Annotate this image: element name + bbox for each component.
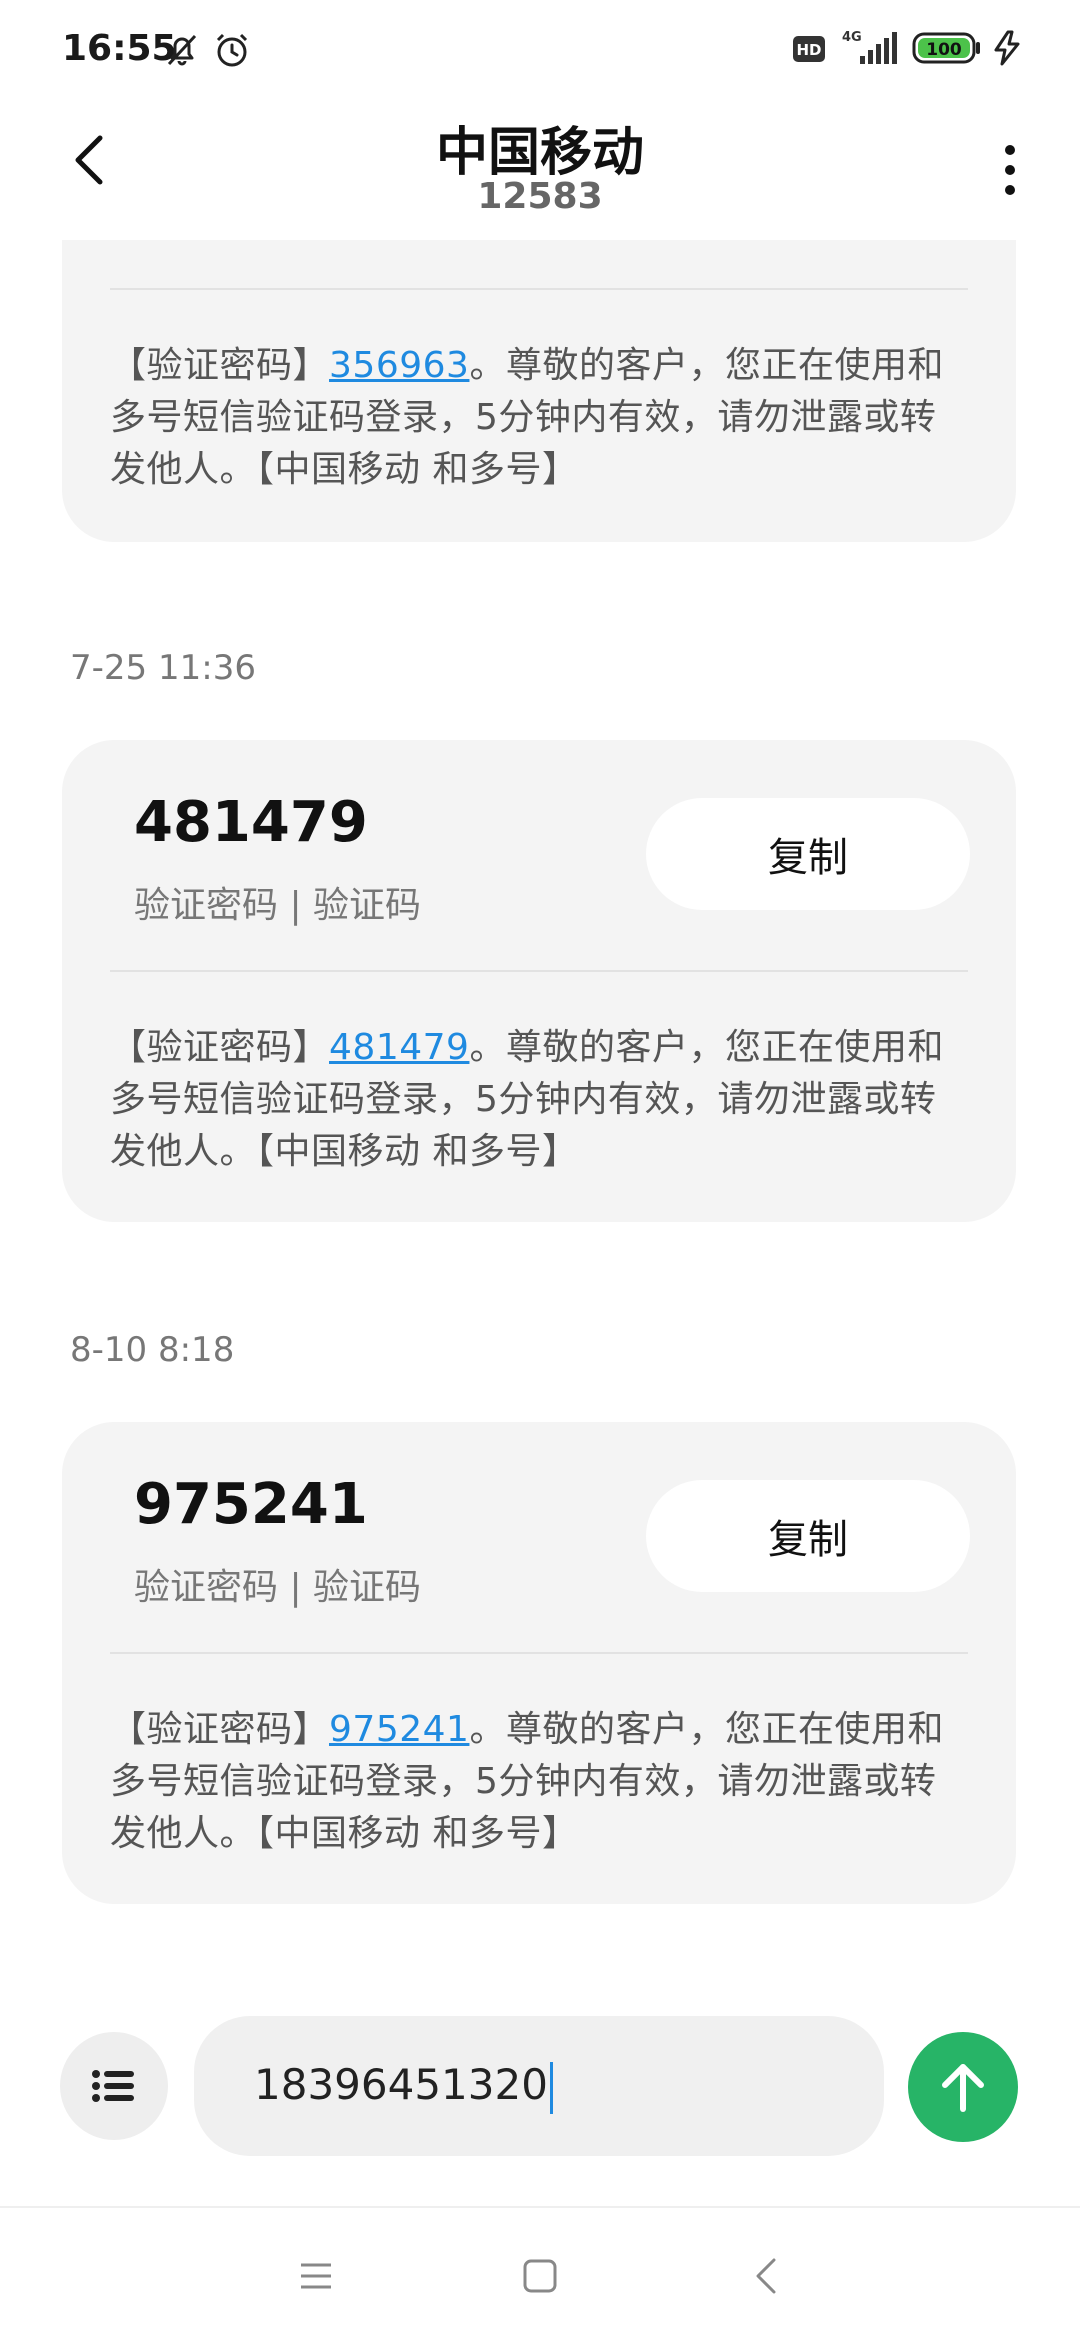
nav-back-button[interactable] xyxy=(736,2246,796,2306)
verification-code-link[interactable]: 975241 xyxy=(329,1709,469,1750)
square-icon xyxy=(523,2259,557,2293)
menu-icon xyxy=(301,2263,331,2289)
svg-text:100: 100 xyxy=(926,40,962,60)
message-bubble[interactable]: 481479 验证密码 | 验证码 复制 【验证密码】481479。尊敬的客户，… xyxy=(62,740,1016,1222)
message-composer: 18396451320 xyxy=(0,2010,1080,2170)
contact-number: 12583 xyxy=(477,176,603,217)
charging-icon xyxy=(990,30,1024,70)
extracted-code: 481479 xyxy=(134,790,368,855)
recents-button[interactable] xyxy=(286,2246,346,2306)
bubble-divider xyxy=(110,1652,968,1654)
extracted-code: 975241 xyxy=(134,1472,368,1537)
copy-code-button[interactable]: 复制 xyxy=(646,798,970,910)
message-timestamp: 8-10 8:18 xyxy=(70,1330,235,1370)
text-caret xyxy=(549,2061,553,2114)
svg-text:HD: HD xyxy=(796,41,821,59)
arrow-up-icon xyxy=(942,2064,984,2112)
code-caption: 验证密码 | 验证码 xyxy=(134,885,422,926)
message-bubble[interactable]: 【验证密码】356963。尊敬的客户，您正在使用和多号短信验证码登录，5分钟内有… xyxy=(62,240,1016,542)
list-icon xyxy=(92,2070,134,2102)
status-bar: 16:55 HD 4G 100 xyxy=(0,0,1080,100)
alarm-icon xyxy=(212,30,252,74)
battery-icon: 100 xyxy=(912,32,982,68)
message-prefix: 【验证密码】 xyxy=(110,345,330,386)
more-vertical-icon xyxy=(1005,145,1015,195)
message-input-value: 18396451320 xyxy=(254,2060,553,2114)
message-text: 【验证密码】975241。尊敬的客户，您正在使用和多号短信验证码登录，5分钟内有… xyxy=(110,1704,968,1860)
send-button[interactable] xyxy=(908,2032,1018,2142)
attachment-menu-button[interactable] xyxy=(60,2032,168,2140)
more-options-button[interactable] xyxy=(980,130,1040,210)
message-prefix: 【验证密码】 xyxy=(110,1709,330,1750)
contact-name: 中国移动 xyxy=(435,123,644,183)
verification-code-link[interactable]: 356963 xyxy=(329,345,469,386)
message-bubble[interactable]: 975241 验证密码 | 验证码 复制 【验证密码】975241。尊敬的客户，… xyxy=(62,1422,1016,1904)
verification-code-link[interactable]: 481479 xyxy=(329,1027,469,1068)
svg-text:4G: 4G xyxy=(842,30,862,45)
mute-bell-icon xyxy=(162,30,202,74)
copy-code-button[interactable]: 复制 xyxy=(646,1480,970,1592)
message-input[interactable]: 18396451320 xyxy=(194,2016,884,2156)
code-caption: 验证密码 | 验证码 xyxy=(134,1567,422,1608)
message-text: 【验证密码】481479。尊敬的客户，您正在使用和多号短信验证码登录，5分钟内有… xyxy=(110,1022,968,1178)
system-navigation-bar xyxy=(0,2206,1080,2340)
message-text: 【验证密码】356963。尊敬的客户，您正在使用和多号短信验证码登录，5分钟内有… xyxy=(110,340,968,496)
home-button[interactable] xyxy=(510,2246,570,2306)
status-time: 16:55 xyxy=(62,28,177,69)
message-timestamp: 7-25 11:36 xyxy=(70,648,256,688)
hd-icon: HD xyxy=(792,34,826,68)
conversation-header: 中国移动 12583 xyxy=(0,100,1080,240)
messaging-screen: 16:55 HD 4G 100 中国移动 12583 【验证密码】356963。… xyxy=(0,0,1080,2340)
bubble-divider xyxy=(110,288,968,290)
bubble-divider xyxy=(110,970,968,972)
4g-signal-icon: 4G xyxy=(838,28,902,72)
message-prefix: 【验证密码】 xyxy=(110,1027,330,1068)
chevron-left-icon xyxy=(756,2258,776,2294)
